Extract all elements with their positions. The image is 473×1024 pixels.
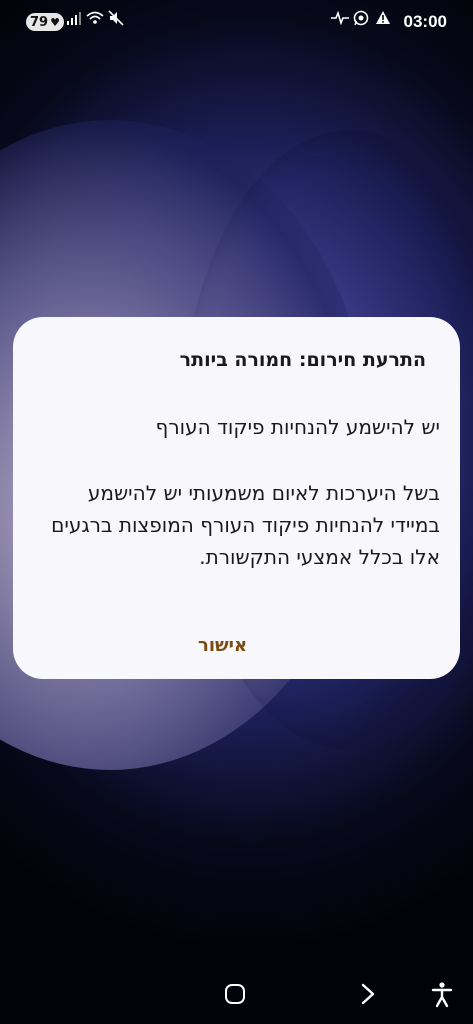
status-bar: 79 ♥ 03:00	[0, 0, 473, 44]
heart-icon: ♥	[50, 15, 60, 29]
battery-level: 79	[30, 14, 49, 30]
dialog-paragraph-2: בשל היערכות לאיום משמעותי יש להישמע במיי…	[51, 481, 440, 569]
screen: 79 ♥ 03:00 התרעת חירום: חמורה ביותר יש ל…	[0, 0, 473, 1024]
whatsapp-icon	[353, 10, 369, 33]
dialog-title: התרעת חירום: חמורה ביותר	[179, 349, 426, 371]
confirm-button[interactable]: אישור	[198, 635, 247, 656]
mute-icon	[108, 10, 124, 33]
wifi-icon	[86, 10, 104, 32]
dialog-paragraph-1: יש להישמע להנחיות פיקוד העורף	[155, 415, 440, 439]
back-chevron-icon[interactable]	[356, 980, 380, 1008]
battery-indicator: 79 ♥	[26, 13, 64, 31]
accessibility-icon[interactable]	[430, 980, 454, 1008]
emergency-alert-dialog: התרעת חירום: חמורה ביותר יש להישמע להנחי…	[13, 317, 460, 679]
navigation-bar	[0, 968, 473, 1024]
pulse-icon	[331, 10, 349, 32]
home-icon[interactable]	[225, 984, 245, 1004]
signal-icon	[67, 10, 83, 32]
dialog-message: יש להישמע להנחיות פיקוד העורף בשל היערכו…	[33, 411, 440, 607]
warning-icon	[375, 10, 391, 32]
status-clock: 03:00	[403, 12, 447, 31]
